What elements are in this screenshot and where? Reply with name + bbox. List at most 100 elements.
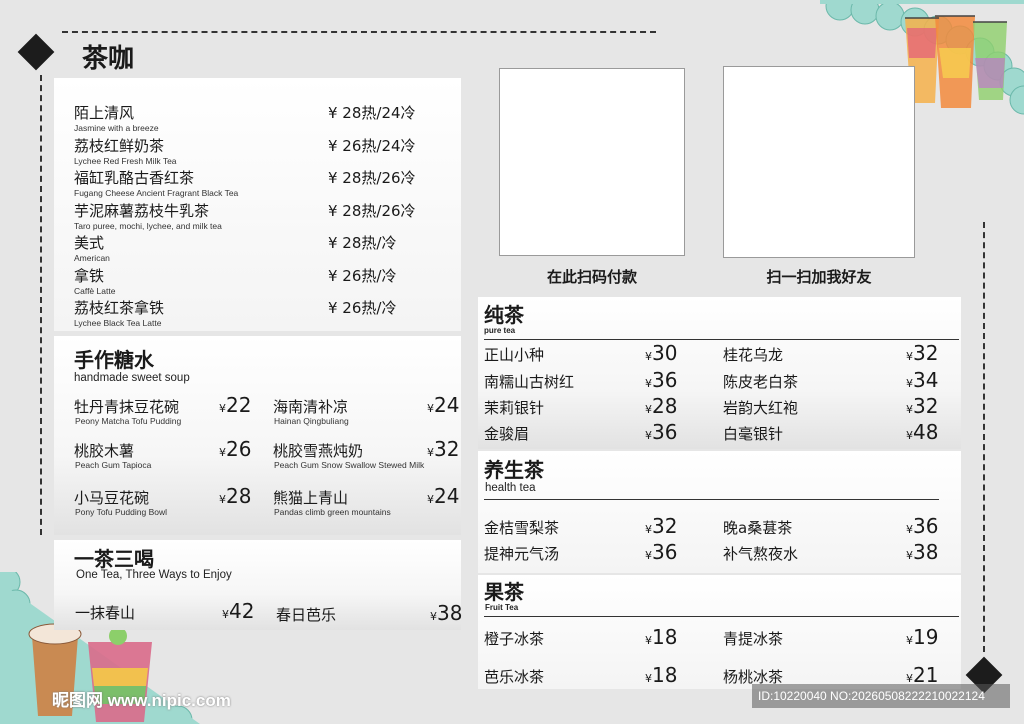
- currency-symbol: ¥: [906, 377, 913, 390]
- fruit-tea-rule: [484, 616, 959, 617]
- currency-symbol: ¥: [906, 634, 913, 647]
- menu-item-name: 陌上清风: [74, 104, 135, 122]
- health-tea-rule: [484, 499, 939, 500]
- currency-symbol: ¥: [430, 610, 437, 623]
- menu-item-name: 提神元气汤: [484, 545, 560, 563]
- currency-symbol: ¥: [427, 493, 434, 506]
- menu-item-english: Hainan Qingbuliang: [274, 416, 349, 426]
- menu-item-price-group: ¥34: [906, 368, 938, 392]
- fruit-tea-title: 果茶: [484, 580, 524, 604]
- menu-item-price: 36: [652, 368, 678, 392]
- menu-item-price: ¥ 26热/冷: [328, 266, 397, 285]
- qr-pay-label: 在此扫码付款: [546, 268, 637, 286]
- menu-item-price: ¥ 26热/24冷: [328, 136, 416, 155]
- menu-item-price-group: ¥28: [645, 394, 677, 418]
- menu-item-name: 白毫银针: [723, 425, 784, 443]
- menu-item-price: 32: [913, 341, 939, 365]
- menu-item-name: 小马豆花碗: [74, 489, 150, 507]
- menu-item-price-group: ¥19: [906, 625, 938, 649]
- health-tea-subtitle: health tea: [485, 482, 536, 494]
- qr-code-friend: [723, 66, 915, 258]
- currency-symbol: ¥: [645, 429, 652, 442]
- menu-item-price-group: ¥36: [645, 420, 677, 444]
- fruit-tea-panel: [478, 575, 961, 689]
- pure-tea-rule: [484, 339, 959, 340]
- menu-item-price: 24: [434, 484, 460, 508]
- currency-symbol: ¥: [906, 350, 913, 363]
- menu-item-price: 22: [226, 393, 252, 417]
- menu-item-price-group: ¥38: [430, 601, 462, 625]
- one-tea-title: 一茶三喝: [74, 547, 154, 571]
- menu-item-price-group: ¥18: [645, 663, 677, 687]
- currency-symbol: ¥: [645, 634, 652, 647]
- menu-item-name: 福缸乳酪古香红茶: [74, 169, 195, 187]
- menu-item-name: 桃胶雪燕炖奶: [273, 442, 364, 460]
- menu-item-price: 36: [652, 420, 678, 444]
- menu-item-price: 18: [652, 625, 678, 649]
- menu-item-price: ¥ 28热/冷: [328, 234, 397, 252]
- right-dash-line: [983, 222, 985, 652]
- menu-item-price: 38: [437, 601, 463, 625]
- currency-symbol: ¥: [906, 523, 913, 536]
- menu-item-name: 橙子冰茶: [484, 630, 545, 648]
- soup-subtitle: handmade sweet soup: [74, 372, 190, 384]
- menu-item-name: 美式: [74, 234, 105, 252]
- menu-item-name: 熊猫上青山: [273, 489, 349, 507]
- menu-item-name: 一抹春山: [75, 604, 136, 622]
- health-tea-title: 养生茶: [484, 458, 544, 482]
- menu-item-english: Taro puree, mochi, lychee, and milk tea: [74, 220, 222, 231]
- menu-item-english: Pandas climb green mountains: [274, 507, 391, 517]
- menu-item-price-group: ¥22: [219, 393, 251, 417]
- menu-item-price-group: ¥36: [645, 540, 677, 564]
- menu-item-name: 陈皮老白茶: [723, 373, 799, 391]
- fruit-tea-subtitle: Fruit Tea: [485, 603, 519, 612]
- qr-friend-label: 扫一扫加我好友: [766, 268, 872, 286]
- menu-item-price: 19: [913, 625, 939, 649]
- menu-item-name: 海南清补凉: [273, 398, 349, 416]
- menu-item-price: 32: [913, 394, 939, 418]
- currency-symbol: ¥: [427, 446, 434, 459]
- page-title: 茶咖: [82, 44, 135, 74]
- one-tea-subtitle: One Tea, Three Ways to Enjoy: [76, 569, 232, 581]
- menu-item-name: 荔枝红茶拿铁: [74, 299, 165, 317]
- menu-item-price-group: ¥38: [906, 540, 938, 564]
- menu-item-name: 金桔雪梨茶: [484, 519, 560, 537]
- currency-symbol: ¥: [219, 446, 226, 459]
- menu-item-name: 岩韵大红袍: [723, 399, 799, 417]
- menu-item-price-group: ¥18: [645, 625, 677, 649]
- menu-item-price-group: ¥26: [219, 437, 251, 461]
- menu-item-name: 补气熬夜水: [723, 545, 799, 563]
- left-dash-line: [40, 75, 42, 535]
- menu-item-name: 春日芭乐: [276, 606, 337, 624]
- menu-item-english: Peach Gum Snow Swallow Stewed Milk: [274, 460, 425, 470]
- menu-item-english: Peach Gum Tapioca: [75, 460, 152, 470]
- currency-symbol: ¥: [645, 672, 652, 685]
- menu-item-english: Caffè Latte: [74, 285, 116, 296]
- menu-item-price-group: ¥24: [427, 484, 459, 508]
- watermark-logo: 昵图网 www.nipic.com: [52, 691, 231, 710]
- currency-symbol: ¥: [906, 403, 913, 416]
- menu-item-name: 晚a桑葚茶: [723, 519, 793, 537]
- watermark-id: ID:10220040 NO:20260508222210022124: [758, 689, 985, 703]
- menu-item-name: 牡丹青抹豆花碗: [74, 398, 180, 416]
- menu-item-name: 正山小种: [484, 346, 545, 364]
- currency-symbol: ¥: [645, 549, 652, 562]
- menu-item-price-group: ¥48: [906, 420, 938, 444]
- menu-item-price: ¥ 26热/冷: [328, 299, 397, 317]
- header-dash-line: [62, 31, 656, 33]
- menu-item-price: 34: [913, 368, 939, 392]
- currency-symbol: ¥: [645, 523, 652, 536]
- menu-item-price: 28: [652, 394, 678, 418]
- menu-item-english: Jasmine with a breeze: [74, 123, 159, 133]
- menu-item-price-group: ¥24: [427, 393, 459, 417]
- currency-symbol: ¥: [906, 429, 913, 442]
- menu-item-price-group: ¥42: [222, 599, 254, 623]
- currency-symbol: ¥: [427, 402, 434, 415]
- menu-item-price: 36: [652, 540, 678, 564]
- menu-item-name: 桃胶木薯: [74, 442, 135, 460]
- menu-item-english: Pony Tofu Pudding Bowl: [75, 507, 167, 517]
- menu-item-price: 42: [229, 599, 255, 623]
- menu-item-name: 青提冰茶: [723, 630, 784, 648]
- currency-symbol: ¥: [219, 402, 226, 415]
- menu-item-name: 南糯山古树红: [484, 373, 575, 391]
